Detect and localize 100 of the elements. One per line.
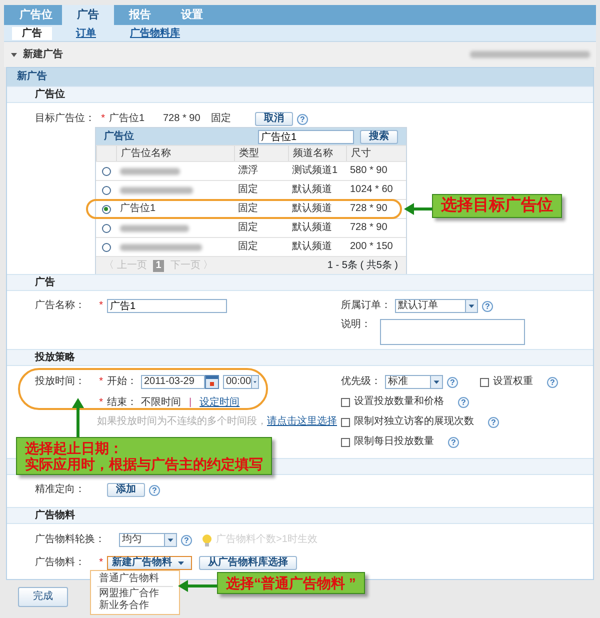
field-value: 728 * 90	[163, 113, 202, 125]
checkbox[interactable]	[480, 378, 489, 386]
help-icon[interactable]: ?	[482, 300, 493, 312]
note-field[interactable]	[380, 319, 525, 345]
radio-button[interactable]	[102, 186, 110, 194]
help-icon[interactable]: ?	[297, 114, 308, 124]
caret-icon	[430, 376, 442, 388]
library-button[interactable]: 从广告物料库选择	[199, 556, 297, 570]
help-icon[interactable]: ?	[181, 534, 192, 546]
table-title: 广告位	[104, 130, 134, 142]
order-select[interactable]: 默认订单	[395, 299, 478, 313]
arrow	[178, 580, 218, 592]
required-mark: *	[98, 376, 103, 388]
hint-text: 如果投放时间为不连续的多个时间段，请点击这里选择	[97, 416, 337, 428]
table-cell: 广告位1	[120, 203, 156, 214]
field-label: 结束：	[107, 397, 137, 409]
field-label: 目标广告位：	[35, 113, 95, 125]
field-label: 广告名称：	[35, 300, 86, 312]
priority-select[interactable]: 标准	[385, 375, 443, 389]
help-icon[interactable]: ?	[149, 484, 160, 496]
checkbox-label: 设置权重	[493, 376, 533, 388]
table-cell-text: 固定	[237, 222, 259, 234]
field-value: 固定	[211, 113, 232, 125]
section-header: 广告位	[7, 86, 593, 103]
required-mark: *	[98, 300, 103, 312]
arrow	[404, 202, 432, 214]
calendar-icon[interactable]	[205, 375, 219, 389]
column-header: 广告位名称	[116, 146, 234, 161]
column-header: 频道名称	[288, 146, 346, 161]
date-field[interactable]: 2011-03-29	[141, 375, 205, 389]
callout-note: 选择目标广告位	[432, 194, 562, 218]
table-cell-text: 580 * 90	[349, 165, 388, 177]
field-label: 所属订单：	[341, 300, 391, 312]
checkbox[interactable]	[341, 418, 350, 426]
table-cell-text: 固定	[237, 184, 259, 196]
required-mark: *	[100, 113, 105, 125]
sub-tab[interactable]: 订单	[66, 26, 106, 40]
separator: |	[189, 397, 192, 409]
set-time-link[interactable]: 设定时间	[200, 397, 240, 409]
checkbox-label: 设置投放数量和价格	[354, 396, 444, 408]
add-button[interactable]: 添加	[107, 483, 145, 497]
help-icon[interactable]: ?	[447, 376, 458, 388]
help-icon[interactable]: ?	[458, 396, 469, 408]
table-cell-text: 1024 * 60	[349, 184, 394, 196]
table-cell-text: 固定	[237, 203, 259, 215]
field-label: 广告物料轮换：	[35, 534, 105, 546]
choose-link[interactable]: 请点击这里选择	[267, 416, 337, 427]
section-header: 广告	[7, 274, 593, 291]
sub-tab[interactable]: 广告物料库	[120, 26, 190, 40]
table-cell-text: 固定	[237, 241, 259, 253]
help-icon[interactable]: ?	[547, 376, 558, 388]
caret-icon	[251, 376, 258, 388]
search-field[interactable]: 广告位1	[258, 130, 354, 144]
field-label: 开始：	[107, 376, 137, 388]
callout-note: 选择“普通广告物料 ”	[217, 572, 365, 594]
checkbox-label: 限制每日投放数量	[354, 436, 434, 448]
field-label: 投放时间：	[35, 376, 86, 388]
search-button[interactable]: 搜索	[360, 130, 398, 144]
radio-button[interactable]	[102, 166, 110, 176]
cancel-button[interactable]: 取消	[255, 112, 293, 126]
table-cell-text: 200 * 150	[349, 241, 394, 253]
checkbox[interactable]	[341, 398, 350, 406]
table-cell-text: 728 * 90	[349, 203, 388, 215]
text-field[interactable]: 广告1	[107, 299, 227, 313]
caret-icon	[164, 534, 176, 546]
toggle-icon[interactable]	[10, 50, 18, 58]
caret-icon	[465, 300, 477, 312]
sub-tab[interactable]: 广告	[12, 26, 52, 40]
table-cell-text: 默认频道	[291, 241, 333, 253]
field-label: 说明：	[341, 319, 372, 331]
checkbox[interactable]	[341, 438, 350, 446]
field-label: 优先级：	[341, 376, 381, 388]
field-value: 广告位1	[109, 113, 146, 125]
menu-item[interactable]: 普通广告物料	[91, 573, 179, 585]
callout-note: 选择起止日期： 实际应用时，根据与广告主的约定填写	[16, 437, 272, 476]
required-mark: *	[98, 557, 103, 569]
lightbulb-icon	[202, 534, 212, 546]
time-select[interactable]: 00:00	[223, 375, 259, 389]
field-label: 广告物料：	[35, 557, 86, 569]
table-cell-text: 测试频道1	[291, 165, 339, 177]
section-title: 新建广告	[23, 48, 63, 60]
nav-tab[interactable]: 广告	[62, 5, 114, 25]
menu-item[interactable]: 网盟推广合作	[91, 588, 179, 600]
panel-header: 新广告	[7, 68, 593, 86]
new-creative-button[interactable]: 新建广告物料	[107, 556, 192, 570]
arrow	[72, 398, 84, 438]
checkbox-label: 限制对独立访客的展现次数	[354, 416, 474, 428]
radio-button[interactable]	[102, 242, 110, 252]
help-icon[interactable]: ?	[488, 416, 499, 428]
help-icon[interactable]: ?	[448, 436, 459, 448]
radio-button[interactable]	[102, 224, 110, 232]
field-label: 精准定向：	[35, 484, 86, 496]
finish-button[interactable]: 完成	[18, 587, 68, 607]
table-cell-text: 默认频道	[291, 184, 333, 196]
rotation-select[interactable]: 均匀	[119, 533, 177, 547]
pager-summary: 1 - 5条 ( 共5条 )	[327, 260, 398, 272]
table-cell-text: 默认频道	[291, 203, 333, 215]
table-cell-text: 728 * 90	[349, 222, 388, 234]
menu-item[interactable]: 新业务合作	[91, 600, 179, 612]
radio-button[interactable]	[102, 204, 110, 214]
